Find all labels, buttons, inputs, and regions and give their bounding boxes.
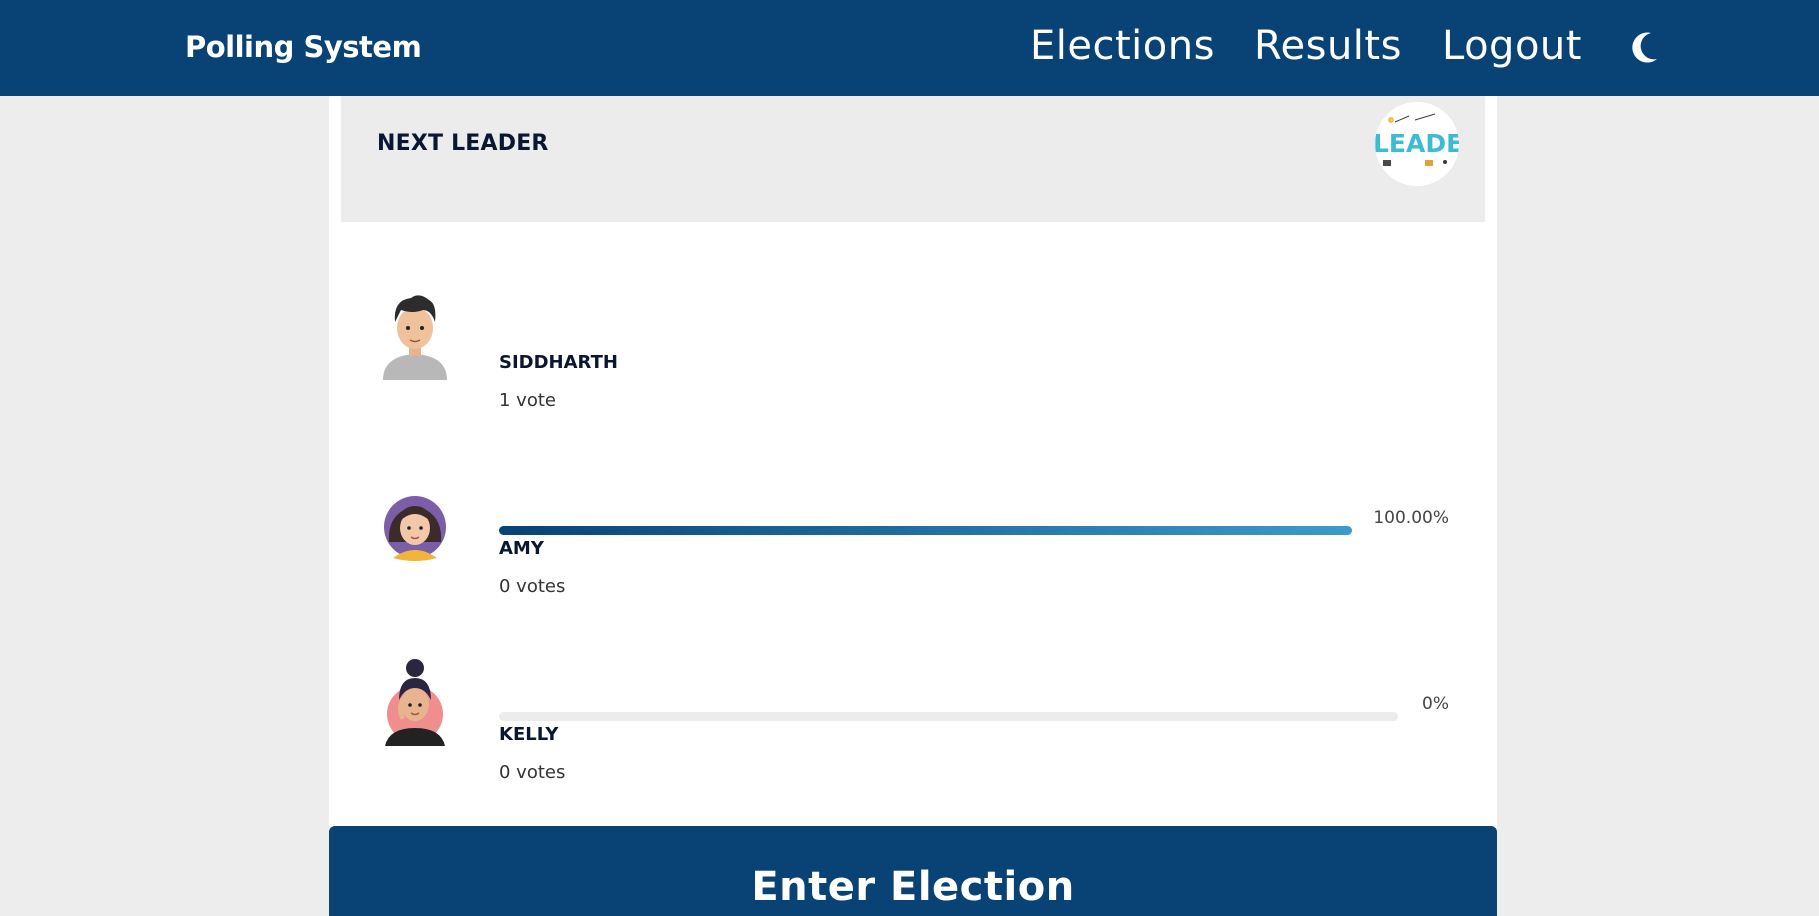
candidate-name: AMY	[499, 538, 544, 559]
candidate-row: KELLY 0 votes 0%	[329, 618, 1497, 907]
election-header: NEXT LEADER LEADEI	[341, 96, 1485, 222]
candidate-votes: 0 votes	[499, 576, 566, 597]
svg-text:LEADEI: LEADEI	[1375, 129, 1459, 158]
nav-elections-link[interactable]: Elections	[1030, 23, 1215, 69]
brand-title[interactable]: Polling System	[185, 30, 422, 64]
girl-avatar-icon	[384, 496, 446, 561]
top-navbar: Polling System Elections Results Logout	[0, 0, 1819, 96]
election-title: NEXT LEADER	[377, 131, 549, 156]
candidate-name: KELLY	[499, 724, 559, 745]
enter-election-button[interactable]: Enter Election	[329, 826, 1497, 916]
woman-avatar-icon	[385, 659, 445, 746]
nav-results-link[interactable]: Results	[1254, 23, 1402, 69]
candidate-row: SIDDHARTH 1 vote 100.00%	[329, 246, 1497, 535]
moon-icon[interactable]	[1631, 31, 1659, 65]
nav-logout-link[interactable]: Logout	[1442, 23, 1582, 69]
candidate-votes: 0 votes	[499, 762, 566, 783]
candidate-votes: 1 vote	[499, 390, 556, 411]
election-card: NEXT LEADER LEADEI SIDDHARTH	[329, 96, 1497, 907]
boy-avatar-icon	[383, 295, 447, 380]
candidate-name: SIDDHARTH	[499, 352, 618, 373]
leader-logo-icon: LEADEI	[1375, 102, 1459, 186]
candidate-row: AMY 0 votes 0%	[329, 432, 1497, 721]
